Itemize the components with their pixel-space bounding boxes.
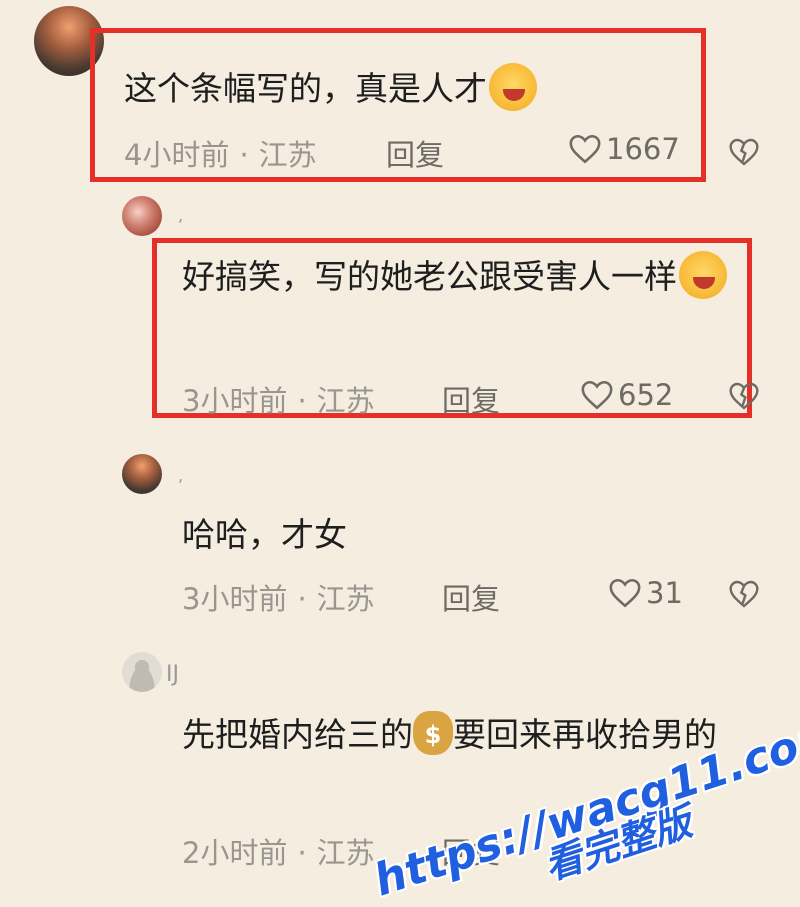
like-button[interactable]: 1667 xyxy=(568,132,680,166)
separator: · xyxy=(297,384,307,418)
avatar[interactable] xyxy=(122,652,162,692)
timestamp: 3小时前 xyxy=(182,384,288,418)
heart-icon xyxy=(609,578,641,608)
comment-text-body: 这个条幅写的，真是人才 xyxy=(124,69,487,108)
comment-meta: 3小时前 · 江苏 xyxy=(182,378,375,420)
facepalm-laugh-icon xyxy=(679,250,727,299)
separator: · xyxy=(239,138,249,172)
like-button[interactable]: 652 xyxy=(580,378,673,412)
comment-text-body: 好搞笑，写的她老公跟受害人一样 xyxy=(182,257,677,296)
nickname[interactable]: , xyxy=(178,206,183,225)
nickname[interactable]: IJ xyxy=(166,662,179,687)
separator: · xyxy=(297,582,307,616)
comment-text: 好搞笑，写的她老公跟受害人一样 xyxy=(182,250,732,303)
comment-text: 哈哈，才女 xyxy=(182,508,347,561)
separator: · xyxy=(297,836,307,870)
avatar[interactable] xyxy=(122,454,162,494)
like-count: 1667 xyxy=(606,132,680,166)
location: 江苏 xyxy=(316,836,375,870)
location: 江苏 xyxy=(316,582,375,616)
like-count: 652 xyxy=(618,378,674,412)
comment-meta: 4小时前 · 江苏 xyxy=(124,132,317,174)
comment-text: 这个条幅写的，真是人才 xyxy=(124,62,537,115)
timestamp: 4小时前 xyxy=(124,138,230,172)
reply-button[interactable]: 回复 xyxy=(442,378,500,420)
heart-icon xyxy=(569,134,601,164)
comment-text-body: 先把婚内给三的 xyxy=(182,715,413,754)
comment-text: 先把婚内给三的 $ 要回来再收拾男的 xyxy=(182,708,772,761)
dislike-icon[interactable] xyxy=(728,578,760,610)
reply-button[interactable]: 回复 xyxy=(386,132,444,174)
timestamp: 3小时前 xyxy=(182,582,288,616)
comment-text-body: 哈哈，才女 xyxy=(182,515,347,554)
money-bag-icon: $ xyxy=(413,710,453,755)
facepalm-laugh-icon xyxy=(489,62,537,111)
comment-text-body-2: 要回来再收拾男的 xyxy=(453,715,717,754)
comment-meta: 3小时前 · 江苏 xyxy=(182,576,375,618)
nickname[interactable]: , xyxy=(178,466,183,485)
money-bag-symbol: $ xyxy=(424,720,442,749)
timestamp: 2小时前 xyxy=(182,836,288,870)
heart-icon xyxy=(581,380,613,410)
avatar[interactable] xyxy=(122,196,162,236)
dislike-icon[interactable] xyxy=(728,380,760,412)
like-button[interactable]: 31 xyxy=(608,576,683,610)
location: 江苏 xyxy=(258,138,317,172)
like-count: 31 xyxy=(646,576,683,610)
dislike-icon[interactable] xyxy=(728,136,760,168)
reply-button[interactable]: 回复 xyxy=(442,576,500,618)
comment-meta: 2小时前 · 江苏 xyxy=(182,830,375,872)
location: 江苏 xyxy=(316,384,375,418)
